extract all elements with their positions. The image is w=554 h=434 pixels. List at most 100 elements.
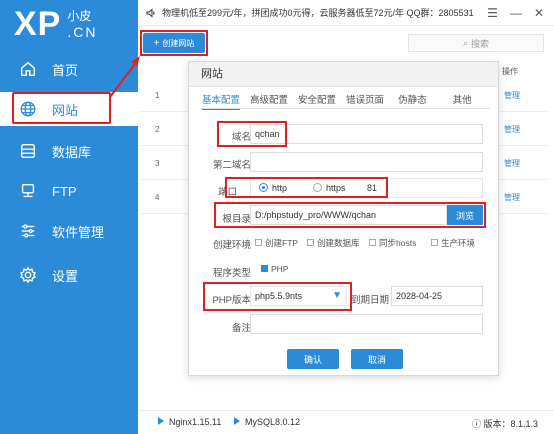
speaker-icon <box>146 7 155 18</box>
close-icon[interactable]: ✕ <box>534 6 544 20</box>
env-label: 创建环境 <box>212 240 251 251</box>
info-icon: ⓘ <box>471 419 481 429</box>
remark-label: 备注 <box>231 323 251 334</box>
checkbox-checked-icon <box>261 265 268 273</box>
port-label: 端口 <box>217 187 237 198</box>
row-number: 2 <box>155 125 160 134</box>
row-number: 4 <box>155 193 160 202</box>
browse-button[interactable]: 浏览 <box>447 205 483 225</box>
expire-date-field[interactable]: 2028-04-25 <box>391 286 483 306</box>
sidebar-item-settings[interactable]: 设置 <box>0 258 138 292</box>
remark-field[interactable] <box>250 314 483 334</box>
minimize-icon[interactable]: — <box>510 6 522 20</box>
checkbox-icon <box>255 239 262 247</box>
search-input[interactable]: ⌕ 搜索 <box>408 34 544 52</box>
window-controls: ☰ — ✕ <box>487 6 544 20</box>
sidebar-item-database[interactable]: 数据库 <box>0 134 138 168</box>
sidebar-item-label: 软件管理 <box>52 224 105 240</box>
ftp-icon <box>18 181 38 201</box>
http-label: http <box>272 183 288 193</box>
database-icon <box>18 141 38 161</box>
env-option-prod[interactable]: 生产环境 <box>431 237 475 249</box>
second-domain-label: 第二域名 <box>212 160 251 171</box>
row-number: 1 <box>155 91 160 100</box>
program-type-php[interactable]: PHP <box>261 264 288 274</box>
version-info: ⓘ 版本：8.1.1.3 <box>472 417 538 430</box>
row-number: 3 <box>155 159 160 168</box>
version-label: 版本：8.1.1.3 <box>483 419 538 429</box>
play-icon <box>158 417 164 425</box>
search-placeholder: 搜索 <box>471 38 490 49</box>
logo-cn-bottom: .CN <box>67 24 98 40</box>
nginx-status[interactable]: Nginx1.15.11 <box>158 417 221 427</box>
mysql-status[interactable]: MySQL8.0.12 <box>234 417 300 427</box>
checkbox-icon <box>431 239 438 247</box>
sidebar-item-label: 网站 <box>52 102 79 118</box>
confirm-button[interactable]: 确认 <box>287 349 339 369</box>
globe-icon <box>18 99 38 119</box>
sidebar-item-label: 设置 <box>52 268 79 284</box>
logo: XP 小皮 .CN <box>14 4 97 46</box>
notice-text: 物理机低至299元/年，拼团成功0元得，云服务器低至72元/年 QQ群：2805… <box>162 8 474 18</box>
nginx-label: Nginx1.15.11 <box>169 417 222 427</box>
php-version-select[interactable]: php5.5.9nts ▼ <box>250 286 347 306</box>
sidebar-item-label: FTP <box>52 183 77 199</box>
dropdown-arrow-icon: ▼ <box>332 290 342 301</box>
home-icon <box>18 59 38 79</box>
sidebar: XP 小皮 .CN 首页 网站 数据库 FTP 软件管理 设置 <box>0 0 138 434</box>
cancel-button[interactable]: 取消 <box>351 349 403 369</box>
create-website-button[interactable]: + 创建网站 <box>143 33 205 53</box>
expire-label: 到期日期 <box>350 295 389 306</box>
domain-field[interactable]: qchan <box>250 124 483 144</box>
sidebar-item-home[interactable]: 首页 <box>0 52 138 86</box>
program-type-value: PHP <box>271 264 289 274</box>
tabs-divider <box>201 108 490 109</box>
plus-icon: + <box>153 37 160 49</box>
sidebar-item-website[interactable]: 网站 <box>0 92 138 126</box>
checkbox-icon <box>369 239 376 247</box>
manage-link[interactable]: 管理 <box>504 124 520 135</box>
https-radio[interactable]: https <box>313 179 346 197</box>
php-version-value: php5.5.9nts <box>255 291 303 301</box>
env-option-label: 创建数据库 <box>317 238 360 248</box>
menu-icon[interactable]: ☰ <box>487 6 498 20</box>
env-option-label: 生产环境 <box>441 238 476 248</box>
program-type-label: 程序类型 <box>212 268 251 279</box>
sidebar-item-ftp[interactable]: FTP <box>0 174 138 208</box>
port-row: http https 81 <box>250 178 483 198</box>
status-bar: Nginx1.15.11 MySQL8.0.12 ⓘ 版本：8.1.1.3 <box>138 410 554 434</box>
env-option-label: 创建FTP <box>265 238 299 248</box>
radio-checked-icon <box>259 183 268 193</box>
sidebar-item-software[interactable]: 软件管理 <box>0 214 138 248</box>
https-label: https <box>326 183 346 193</box>
checkbox-icon <box>307 239 314 247</box>
http-radio[interactable]: http <box>259 179 287 197</box>
mysql-label: MySQL8.0.12 <box>245 417 301 427</box>
env-option-ftp[interactable]: 创建FTP <box>255 237 298 249</box>
logo-xp: XP <box>14 5 62 43</box>
dialog-title: 网站 <box>189 62 498 87</box>
php-version-label: PHP版本 <box>212 295 251 306</box>
manage-link[interactable]: 管理 <box>504 192 520 203</box>
root-field[interactable]: D:/phpstudy_pro/WWW/qchan <box>250 205 447 225</box>
play-icon <box>234 417 240 425</box>
sidebar-item-label: 首页 <box>52 62 79 78</box>
port-value[interactable]: 81 <box>367 179 377 197</box>
search-icon: ⌕ <box>462 37 469 48</box>
second-domain-field[interactable] <box>250 152 483 172</box>
radio-unchecked-icon <box>313 183 322 193</box>
app-window: XP 小皮 .CN 首页 网站 数据库 FTP 软件管理 设置 物理机低至299… <box>0 0 554 434</box>
root-label: 根目录 <box>222 214 251 225</box>
manage-link[interactable]: 管理 <box>504 158 520 169</box>
env-option-hosts[interactable]: 同步hosts <box>369 237 416 249</box>
sidebar-item-label: 数据库 <box>52 144 92 160</box>
domain-label: 域名 <box>231 132 251 143</box>
logo-cn-top: 小皮 <box>67 9 92 23</box>
manage-link[interactable]: 管理 <box>504 90 520 101</box>
env-option-label: 同步hosts <box>379 238 417 248</box>
website-dialog: 网站 基本配置 高级配置 安全配置 错误页面 伪静态 其他 域名 qchan 第… <box>188 61 499 376</box>
gear-icon <box>18 265 38 285</box>
table-header-op: 操作 <box>502 67 518 76</box>
env-option-db[interactable]: 创建数据库 <box>307 237 360 249</box>
sliders-icon <box>18 221 38 241</box>
